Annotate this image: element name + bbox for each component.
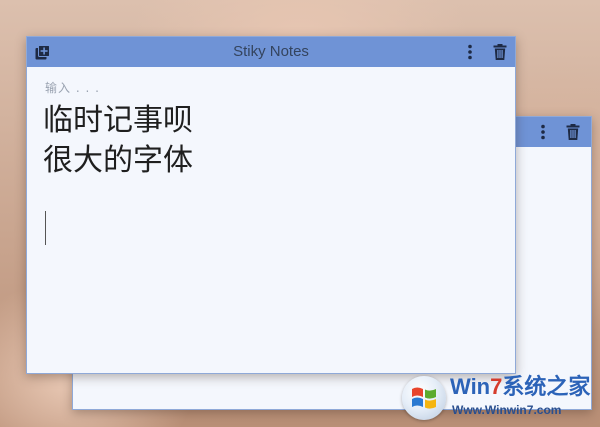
watermark-brand-win: Win: [450, 374, 491, 399]
watermark-url: Www.Winwin7.com: [452, 403, 562, 417]
windows-logo-icon: [402, 376, 446, 420]
watermark-brand-seven: 7: [490, 374, 503, 399]
text-caret: [45, 211, 46, 245]
watermark-brand: Win7系统之家: [450, 374, 590, 400]
trash-icon[interactable]: [561, 117, 585, 147]
watermark-brand-cn: 系统之家: [502, 374, 591, 399]
more-vertical-icon[interactable]: [531, 117, 555, 147]
note-placeholder: 输入 . . .: [45, 81, 100, 95]
note-header[interactable]: Stiky Notes: [27, 37, 515, 67]
site-watermark: Win7系统之家 Www.Winwin7.com: [402, 372, 598, 424]
note-content[interactable]: 临时记事呗 很大的字体: [43, 101, 193, 181]
more-vertical-icon[interactable]: [458, 37, 482, 67]
trash-icon[interactable]: [488, 37, 512, 67]
add-note-icon[interactable]: [30, 37, 54, 67]
sticky-note[interactable]: Stiky Notes 输入 . . . 临时记事呗 很大的字体: [26, 36, 516, 374]
note-title: Stiky Notes: [233, 43, 309, 60]
note-text-area[interactable]: 输入 . . . 临时记事呗 很大的字体: [27, 67, 515, 373]
